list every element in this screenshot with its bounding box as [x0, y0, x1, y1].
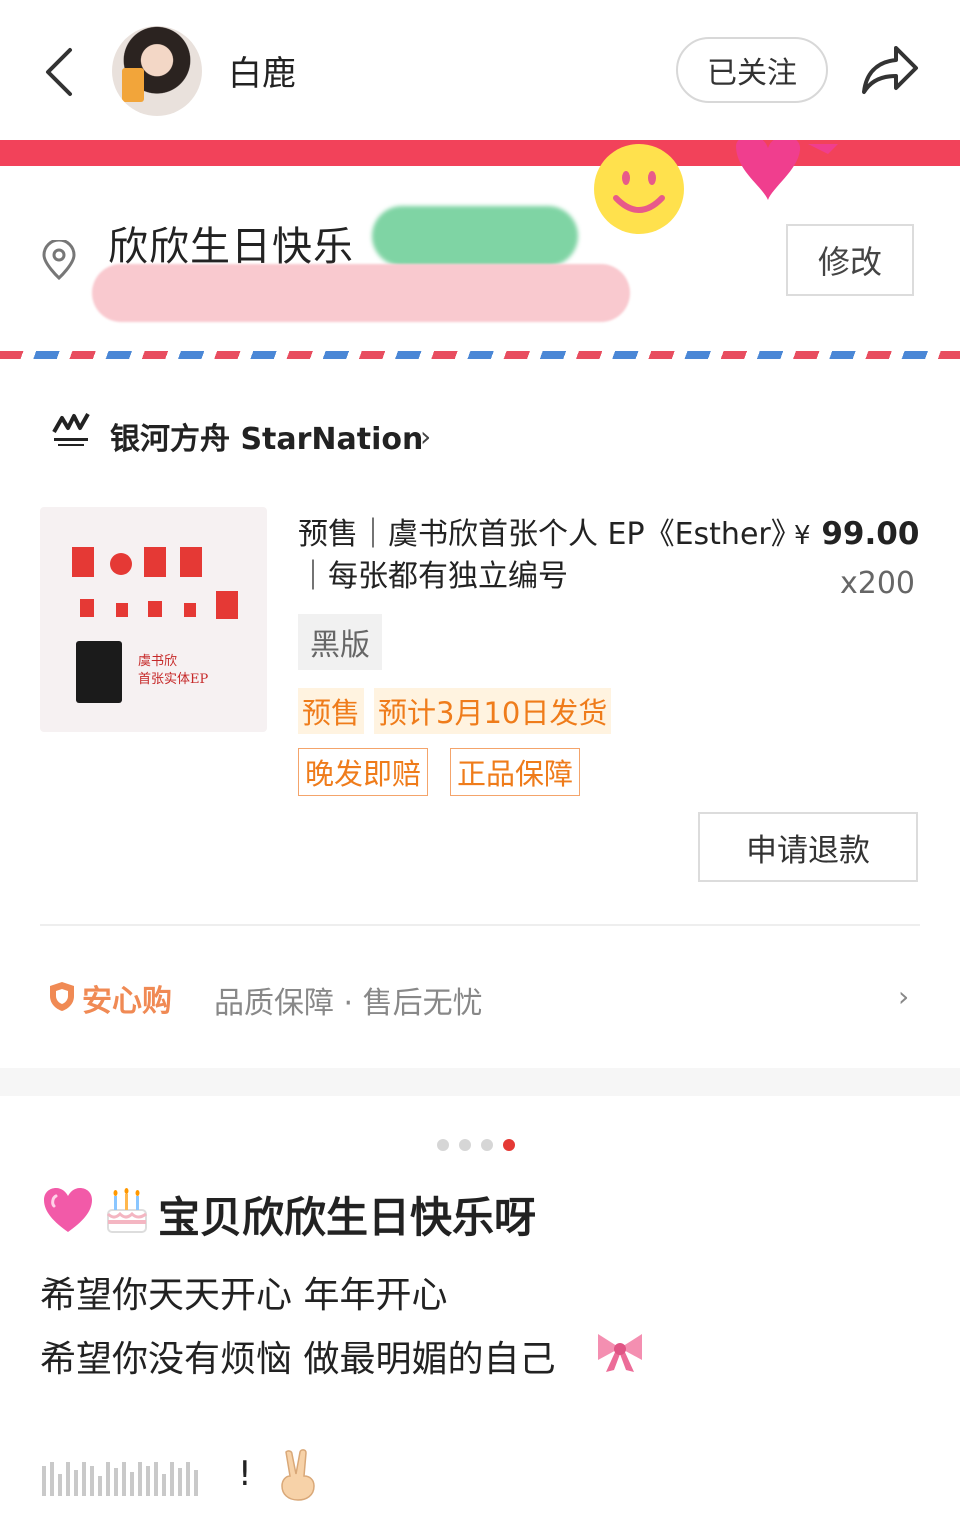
redaction-scribble [92, 264, 630, 322]
price-value: 99.00 [821, 516, 920, 552]
section-separator [0, 1068, 960, 1096]
assurance-description[interactable]: 品质保障 · 售后无忧 [214, 978, 483, 1022]
address-card[interactable]: 欣欣生日快乐 修改 [0, 140, 960, 365]
product-quantity: x200 [840, 566, 916, 601]
post-title: 宝贝欣欣生日快乐呀 [158, 1193, 537, 1242]
price-symbol: ¥ [794, 521, 811, 551]
chevron-right-icon[interactable]: › [420, 420, 431, 453]
avatar[interactable] [112, 26, 202, 116]
user-name[interactable]: 白鹿 [228, 46, 296, 95]
carousel-dot[interactable] [437, 1139, 449, 1151]
redacted-text [42, 1458, 238, 1496]
heart-icon [736, 140, 838, 200]
airmail-border [0, 351, 960, 359]
ribbon-icon [598, 1334, 642, 1372]
carousel-dot[interactable] [459, 1139, 471, 1151]
smiley-icon [594, 144, 684, 234]
product-title[interactable]: 预售｜虞书欣首张个人 EP《Esther》｜每张都有独立编号 [298, 514, 786, 598]
edit-address-button[interactable]: 修改 [786, 224, 914, 296]
guarantee-tag: 晚发即赔 [298, 748, 429, 796]
post-text-line: 希望你没有烦恼 做最明媚的自己 [40, 1339, 556, 1380]
divider [40, 924, 920, 926]
product-image[interactable]: 虞书欣 首张实体EP [40, 507, 267, 732]
shield-icon[interactable] [48, 980, 76, 1012]
redaction-scribble [372, 206, 578, 266]
location-pin-icon [42, 240, 76, 280]
post-text-end: ! [238, 1454, 252, 1494]
growing-heart-icon [44, 1188, 92, 1232]
presale-tag: 预售 [298, 688, 365, 734]
product-variant: 黑版 [298, 614, 382, 670]
shop-logo[interactable] [50, 410, 92, 450]
victory-hand-icon [281, 1449, 315, 1501]
refund-button[interactable]: 申请退款 [698, 812, 918, 882]
product-price: ¥ 99.00 [794, 516, 919, 552]
follow-button[interactable]: 已关注 [676, 37, 828, 103]
share-icon[interactable] [860, 42, 920, 98]
shop-name[interactable]: 银河方舟 StarNation [110, 414, 423, 458]
ship-date-tag: 预计3月10日发货 [374, 688, 612, 734]
top-bar: 白鹿 已关注 [0, 0, 960, 140]
product-image-caption: 首张实体EP [138, 672, 209, 687]
product-image-caption: 虞书欣 [138, 654, 178, 669]
post-text-line: 希望你天天开心 年年开心 [40, 1275, 448, 1316]
cake-icon [106, 1188, 147, 1233]
chevron-right-icon[interactable]: › [898, 980, 909, 1013]
carousel-dot[interactable] [481, 1139, 493, 1151]
guarantee-tag: 正品保障 [450, 748, 581, 796]
back-icon[interactable] [40, 44, 84, 100]
carousel-dot-active[interactable] [503, 1139, 515, 1151]
assurance-label[interactable]: 安心购 [82, 976, 172, 1020]
